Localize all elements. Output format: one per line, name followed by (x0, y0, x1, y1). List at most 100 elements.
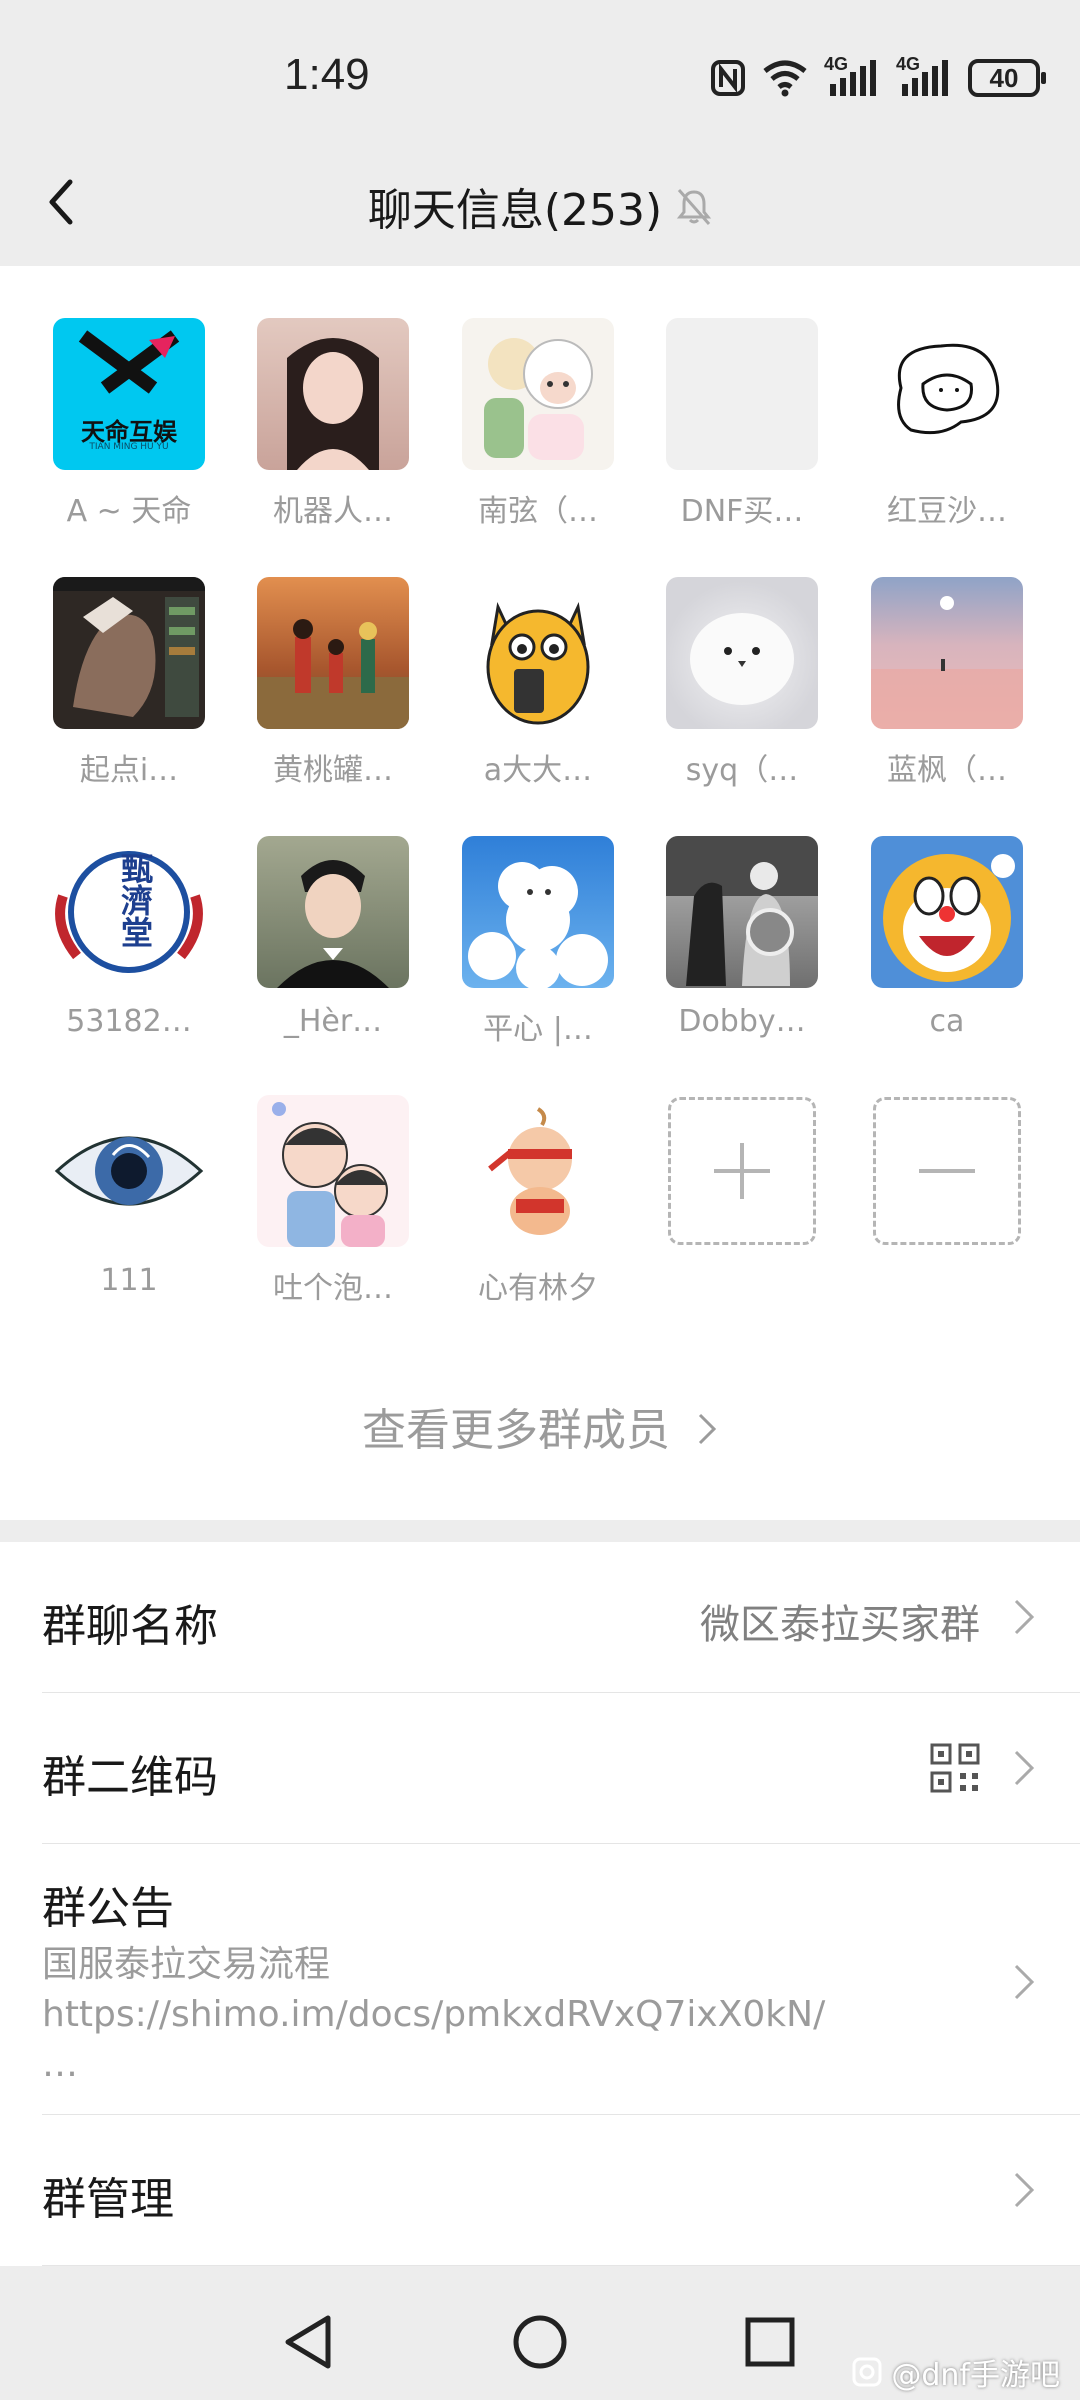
add-member-button[interactable] (652, 1097, 832, 1245)
avatar (257, 318, 409, 470)
member-item[interactable]: Dobby… (652, 836, 832, 1039)
member-item[interactable]: 平心 |… (448, 836, 628, 1048)
camera-icon (852, 2357, 882, 2387)
system-nav-bar: @dnf手游吧 (0, 2284, 1080, 2400)
avatar (53, 1095, 205, 1247)
member-name: 53182… (66, 1004, 192, 1039)
member-name: 心有林夕 (478, 1271, 598, 1306)
group-notice-content: 国服泰拉交易流程 https://shimo.im/docs/pmkxdRVxQ… (42, 1940, 980, 2090)
member-name: syq（… (685, 753, 799, 788)
page-title: 聊天信息(253) (367, 185, 663, 236)
signal-icon (902, 60, 948, 96)
plus-icon (668, 1097, 816, 1245)
chevron-right-icon (1014, 1964, 1035, 2000)
member-item[interactable]: 天命互娱 TIAN MING HU YU A ~ 天命 (39, 318, 219, 530)
member-name: 111 (100, 1263, 158, 1298)
minus-icon (873, 1097, 1021, 1245)
cartoon-icon (488, 1107, 572, 1235)
avatar (871, 318, 1023, 470)
avatar (462, 836, 614, 988)
signal-1: 4G (824, 54, 880, 98)
remove-member-button[interactable] (857, 1097, 1037, 1245)
member-name: ca (929, 1004, 965, 1039)
member-item[interactable]: ca (857, 836, 1037, 1039)
nav-back-icon[interactable] (278, 2310, 342, 2374)
member-item[interactable]: 111 (39, 1095, 219, 1298)
member-name: 黄桃罐… (273, 753, 393, 788)
avatar (462, 577, 614, 729)
status-bar: 1:49 4G 4G 40 (0, 0, 1080, 140)
member-item[interactable]: DNF买… (652, 318, 832, 530)
watermark: @dnf手游吧 (851, 2350, 1060, 2394)
avatar: 天命互娱 TIAN MING HU YU (53, 318, 205, 470)
member-name: A ~ 天命 (66, 494, 192, 529)
view-more-members-button[interactable]: 查看更多群成员 (0, 1394, 1080, 1458)
portrait-icon (277, 860, 389, 988)
member-name: 起点i… (79, 753, 179, 788)
nfc-icon (711, 60, 745, 96)
cloud-icon (468, 862, 608, 988)
status-icons: 4G 4G 40 (710, 54, 1046, 100)
settings-list: 群聊名称 微区泰拉买家群 群二维码 群公告 国服泰拉交易流程 https://s… (0, 1542, 1080, 2266)
cat-cartoon-icon (486, 601, 590, 725)
group-name-row[interactable]: 群聊名称 微区泰拉买家群 (42, 1542, 1080, 1693)
avatar (666, 836, 818, 988)
photo-bw-icon (666, 836, 818, 986)
member-item[interactable]: 心有林夕 (448, 1095, 628, 1307)
group-notice-row[interactable]: 群公告 国服泰拉交易流程 https://shimo.im/docs/pmkxd… (42, 1844, 1080, 2115)
chevron-right-icon (698, 1413, 717, 1445)
member-item[interactable]: 机器人… (243, 318, 423, 530)
member-name: a大大… (483, 753, 593, 788)
chevron-right-icon (1014, 2172, 1035, 2208)
avatar (666, 318, 818, 470)
member-item[interactable]: 甄濟堂 53182… (39, 836, 219, 1039)
avatar (257, 836, 409, 988)
group-notice-label: 群公告 (42, 1883, 174, 1934)
title-bar: 聊天信息(253) (0, 140, 1080, 264)
anime-scene-icon (257, 619, 409, 729)
member-item[interactable]: 吐个泡… (243, 1095, 423, 1307)
member-name: 红豆沙… (887, 494, 1007, 529)
member-item[interactable]: syq（… (652, 577, 832, 789)
status-time: 1:49 (284, 50, 370, 99)
avatar (257, 1095, 409, 1247)
battery-icon: 40 (968, 59, 1046, 97)
avatar: 甄濟堂 (53, 836, 205, 988)
eye-art-icon (54, 1136, 204, 1206)
member-name: 吐个泡… (273, 1271, 393, 1306)
couple-cartoon-icon (272, 1102, 388, 1247)
wifi-icon (763, 60, 807, 97)
group-name-value: 微区泰拉买家群 (700, 1602, 980, 1648)
nav-recents-icon[interactable] (738, 2310, 802, 2374)
member-item[interactable]: 蓝枫（… (857, 577, 1037, 789)
member-name: Dobby… (678, 1004, 806, 1039)
game-art-icon (53, 577, 205, 717)
group-qr-row[interactable]: 群二维码 (42, 1693, 1080, 1844)
member-item[interactable]: 黄桃罐… (243, 577, 423, 789)
member-item[interactable]: a大大… (448, 577, 628, 789)
member-item[interactable]: 南弦（… (448, 318, 628, 530)
view-more-members-label: 查看更多群成员 (362, 1405, 670, 1456)
seal-text: 甄濟堂 (116, 852, 154, 948)
member-name: 平心 |… (483, 1012, 593, 1047)
watermark-text: @dnf手游吧 (891, 2358, 1060, 2393)
doodle-icon (897, 343, 1000, 435)
signal-2: 4G (896, 54, 952, 98)
member-name: 南弦（… (478, 494, 598, 529)
nav-home-icon[interactable] (508, 2310, 572, 2374)
bell-off-icon (677, 189, 712, 225)
member-item[interactable]: _Hèr… (243, 836, 423, 1039)
group-qr-label: 群二维码 (42, 1752, 218, 1803)
chevron-right-icon (1014, 1750, 1035, 1786)
avatar (257, 577, 409, 729)
member-item[interactable]: 起点i… (39, 577, 219, 789)
avatar (871, 577, 1023, 729)
member-item[interactable]: 红豆沙… (857, 318, 1037, 530)
member-name: DNF买… (680, 494, 804, 529)
cartoon-icon (484, 338, 593, 460)
group-manage-row[interactable]: 群管理 (42, 2115, 1080, 2266)
notice-line: 国服泰拉交易流程 (42, 1944, 331, 1985)
member-name: _Hèr… (283, 1004, 383, 1039)
avatar (462, 1095, 614, 1247)
group-name-label: 群聊名称 (42, 1601, 218, 1652)
